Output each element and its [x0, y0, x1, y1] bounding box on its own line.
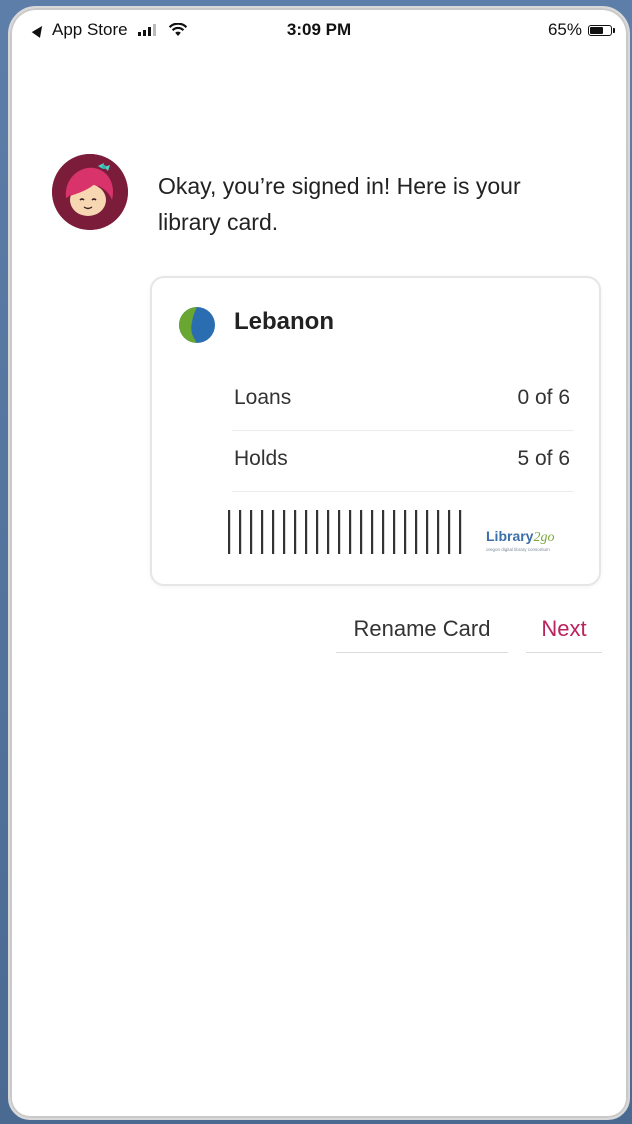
barcode-bar	[327, 510, 330, 554]
next-button[interactable]: Next	[526, 608, 602, 653]
barcode-bar	[371, 510, 374, 554]
phone-screen: App Store 3:09 PM 65% Okay, you’re signe…	[8, 6, 630, 1120]
barcode-bar	[393, 510, 396, 554]
barcode-bar	[349, 510, 352, 554]
barcode-icon	[228, 510, 462, 554]
barcode-bar	[305, 510, 308, 554]
barcode-bar	[382, 510, 385, 554]
barcode-bar	[415, 510, 418, 554]
barcode-bar	[316, 510, 319, 554]
library-card[interactable]: Lebanon Loans 0 of 6 Holds 5 of 6 Librar…	[150, 276, 601, 586]
loans-row[interactable]: Loans 0 of 6	[232, 370, 574, 431]
rename-card-button[interactable]: Rename Card	[336, 608, 508, 653]
avatar	[52, 154, 128, 230]
barcode-bar	[360, 510, 363, 554]
holds-value: 5 of 6	[517, 447, 570, 470]
status-time: 3:09 PM	[286, 20, 352, 39]
barcode-bar	[294, 510, 297, 554]
library2go-logo-text: Library2go	[486, 528, 555, 545]
barcode-bar	[272, 510, 275, 554]
barcode-bar	[459, 510, 462, 554]
status-bar: App Store 3:09 PM 65%	[10, 18, 628, 48]
barcode-bar	[250, 510, 253, 554]
loans-label: Loans	[234, 386, 292, 409]
library2go-tagline: oregon digital library consortium	[486, 547, 550, 552]
barcode-bar	[283, 510, 286, 554]
barcode-bar	[437, 510, 440, 554]
battery-percent: 65%	[547, 20, 582, 39]
libby-avatar-icon	[52, 154, 128, 230]
barcode-bar	[404, 510, 407, 554]
barcode-bar	[228, 510, 231, 554]
loans-value: 0 of 6	[517, 386, 570, 409]
holds-label: Holds	[234, 447, 288, 470]
signed-in-message: Okay, you’re signed in! Here is your lib…	[158, 173, 521, 235]
barcode-bar	[448, 510, 451, 554]
holds-row[interactable]: Holds 5 of 6	[232, 431, 574, 492]
barcode-bar	[338, 510, 341, 554]
barcode-bar	[239, 510, 242, 554]
barcode-bar	[261, 510, 264, 554]
barcode-bar	[426, 510, 429, 554]
library-logo-icon	[179, 307, 215, 343]
library-name: Lebanon	[234, 308, 334, 335]
battery-icon	[588, 24, 615, 36]
status-right: 65%	[547, 20, 615, 40]
library2go-logo: Library2go oregon digital library consor…	[486, 528, 576, 558]
